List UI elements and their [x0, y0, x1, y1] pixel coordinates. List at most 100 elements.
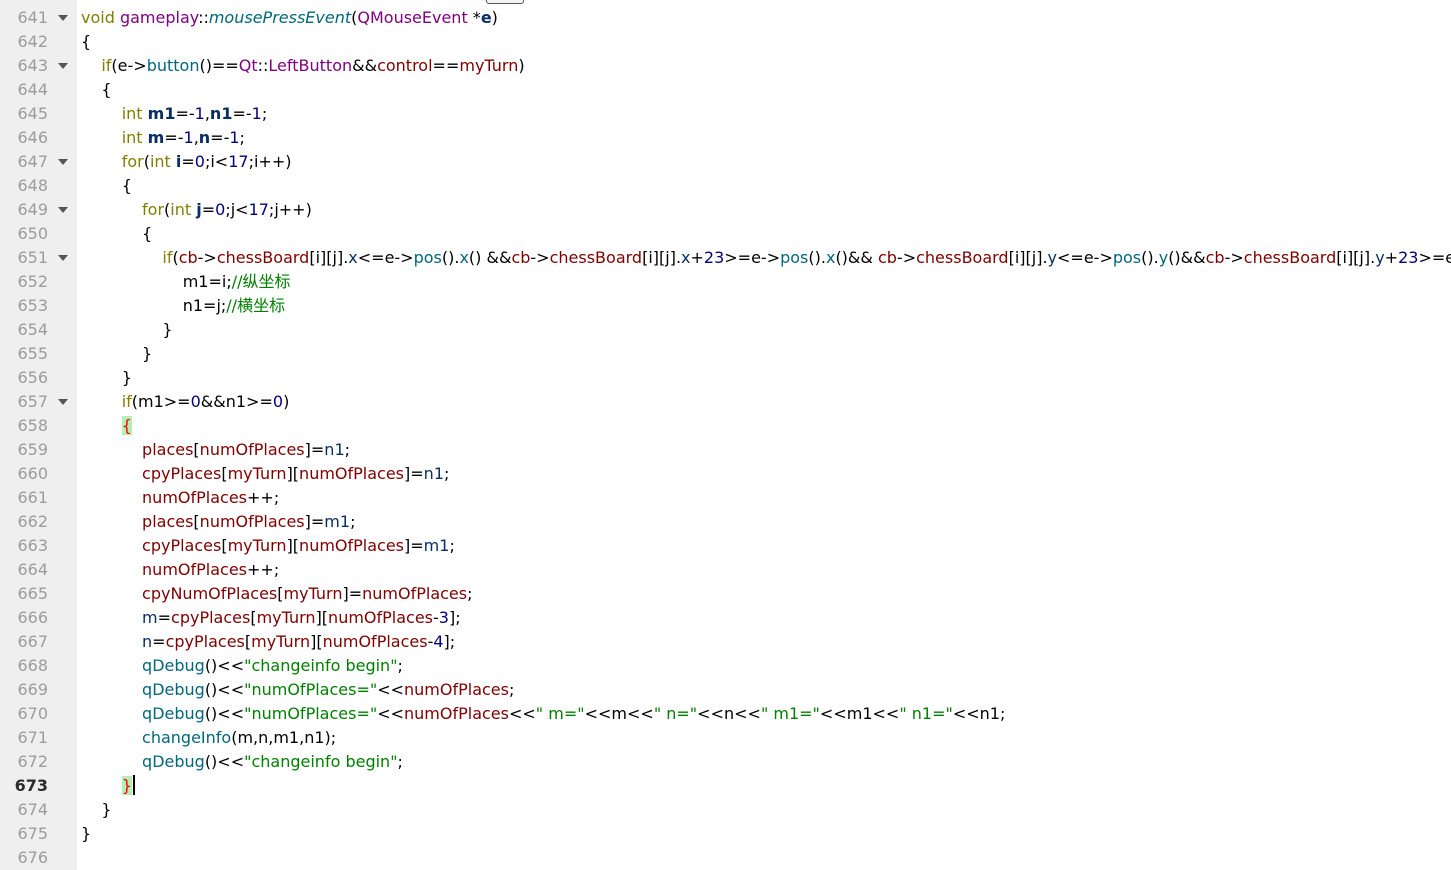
code-line[interactable]: 646 int m=-1,n=-1;	[0, 126, 1451, 150]
line-number: 660	[17, 464, 48, 483]
fold-arrow-icon[interactable]	[58, 207, 68, 213]
code-token: [i][j].	[309, 248, 349, 267]
code-text: int m=-1,n=-1;	[81, 126, 245, 150]
code-token: ]=	[304, 512, 325, 531]
line-number: 666	[17, 608, 48, 627]
code-line[interactable]: 645 int m1=-1,n1=-1;	[0, 102, 1451, 126]
code-token: myTurn	[459, 56, 519, 75]
code-line[interactable]: 650 {	[0, 222, 1451, 246]
code-token: numOfPlaces	[362, 584, 468, 603]
code-token: ;	[508, 680, 515, 699]
code-text: {	[81, 414, 132, 438]
line-number: 676	[17, 848, 48, 867]
code-token: x	[348, 248, 358, 267]
fold-arrow-icon[interactable]	[58, 63, 68, 69]
code-line[interactable]: 649 for(int j=0;j<17;j++)	[0, 198, 1451, 222]
code-line[interactable]: 648 {	[0, 174, 1451, 198]
code-line[interactable]: 641 void gameplay::mousePressEvent(QMouse…	[0, 6, 1451, 30]
code-token: ;j<	[225, 200, 249, 219]
line-number: 671	[17, 728, 48, 747]
code-token: "numOfPlaces="	[244, 704, 378, 723]
code-token: 1	[229, 128, 240, 147]
code-text: {	[81, 222, 152, 246]
code-line[interactable]: 652 m1=i;//纵坐标	[0, 270, 1451, 294]
code-token: myTurn	[227, 464, 287, 483]
code-line[interactable]: 669 qDebug()<<"numOfPlaces="<<numOfPlace…	[0, 678, 1451, 702]
code-line[interactable]: 644 {	[0, 78, 1451, 102]
code-line[interactable]: 660 cpyPlaces[myTurn][numOfPlaces]=n1;	[0, 462, 1451, 486]
code-line[interactable]: 647 for(int i=0;i<17;i++)	[0, 150, 1451, 174]
fold-arrow-icon[interactable]	[58, 159, 68, 165]
code-token: "numOfPlaces="	[244, 680, 378, 699]
code-line[interactable]: 672 qDebug()<<"changeinfo begin";	[0, 750, 1451, 774]
line-number: 659	[17, 440, 48, 459]
code-token: =	[201, 200, 216, 219]
code-token: =	[157, 608, 172, 627]
code-token: //横坐标	[226, 296, 286, 315]
line-number: 670	[17, 704, 48, 723]
code-text: for(int i=0;i<17;i++)	[81, 150, 292, 174]
code-token: =-	[232, 104, 252, 123]
code-token: pos	[780, 248, 809, 267]
code-line[interactable]: 671 changeInfo(m,n,m1,n1);	[0, 726, 1451, 750]
code-token: cb	[511, 248, 531, 267]
code-line[interactable]: 676	[0, 846, 1451, 870]
text-cursor	[132, 775, 135, 795]
code-line[interactable]: 666 m=cpyPlaces[myTurn][numOfPlaces-3];	[0, 606, 1451, 630]
code-token: y	[1047, 248, 1058, 267]
code-line[interactable]: 643 if(e->button()==Qt::LeftButton&&cont…	[0, 54, 1451, 78]
code-line[interactable]: 675}	[0, 822, 1451, 846]
code-token: LeftButton	[268, 56, 353, 75]
code-line[interactable]: 674 }	[0, 798, 1451, 822]
code-token: +	[690, 248, 704, 267]
code-token: cpyPlaces	[142, 464, 222, 483]
fold-arrow-icon[interactable]	[58, 255, 68, 261]
code-line[interactable]: 653 n1=j;//横坐标	[0, 294, 1451, 318]
code-line[interactable]: 665 cpyNumOfPlaces[myTurn]=numOfPlaces;	[0, 582, 1451, 606]
line-number: 643	[17, 56, 48, 75]
code-line[interactable]: 655 }	[0, 342, 1451, 366]
code-line[interactable]: 667 n=cpyPlaces[myTurn][numOfPlaces-4];	[0, 630, 1451, 654]
code-editor[interactable]: 641 void gameplay::mousePressEvent(QMouse…	[0, 0, 1451, 870]
line-number: 675	[17, 824, 48, 843]
code-token: ()<<	[204, 680, 245, 699]
line-number: 657	[17, 392, 48, 411]
code-line[interactable]: 670 qDebug()<<"numOfPlaces="<<numOfPlace…	[0, 702, 1451, 726]
code-token: <=e->	[357, 248, 414, 267]
code-line[interactable]: 663 cpyPlaces[myTurn][numOfPlaces]=m1;	[0, 534, 1451, 558]
code-line[interactable]: 662 places[numOfPlaces]=m1;	[0, 510, 1451, 534]
code-text: }	[81, 366, 132, 390]
code-line[interactable]: 656 }	[0, 366, 1451, 390]
code-token: +	[1384, 248, 1399, 267]
code-token: {	[81, 224, 153, 243]
code-line[interactable]: 664 numOfPlaces++;	[0, 558, 1451, 582]
code-line[interactable]: 659 places[numOfPlaces]=n1;	[0, 438, 1451, 462]
code-line[interactable]: 654 }	[0, 318, 1451, 342]
code-token: &&n1>=	[200, 392, 273, 411]
code-line[interactable]: 673 }	[0, 774, 1451, 798]
code-line[interactable]: 657 if(m1>=0&&n1>=0)	[0, 390, 1451, 414]
code-line[interactable]: 658 {	[0, 414, 1451, 438]
code-text: if(cb->chessBoard[i][j].x<=e->pos().x() …	[81, 246, 1451, 270]
code-token: )	[491, 8, 498, 27]
code-token: }	[81, 320, 173, 339]
code-text: }	[81, 774, 135, 798]
code-line[interactable]: 651 if(cb->chessBoard[i][j].x<=e->pos().…	[0, 246, 1451, 270]
code-line[interactable]: 668 qDebug()<<"changeinfo begin";	[0, 654, 1451, 678]
fold-arrow-icon[interactable]	[58, 15, 68, 21]
code-token: ][	[310, 632, 323, 651]
code-token: n1	[209, 104, 233, 123]
code-token: n	[198, 128, 211, 147]
code-line[interactable]: 642 {	[0, 30, 1451, 54]
code-text: cpyPlaces[myTurn][numOfPlaces]=n1;	[81, 462, 449, 486]
code-token: m	[147, 128, 165, 147]
fold-arrow-icon[interactable]	[58, 399, 68, 405]
code-token: ;	[239, 128, 245, 147]
code-line[interactable]: 661 numOfPlaces++;	[0, 486, 1451, 510]
code-token: {	[81, 32, 92, 51]
